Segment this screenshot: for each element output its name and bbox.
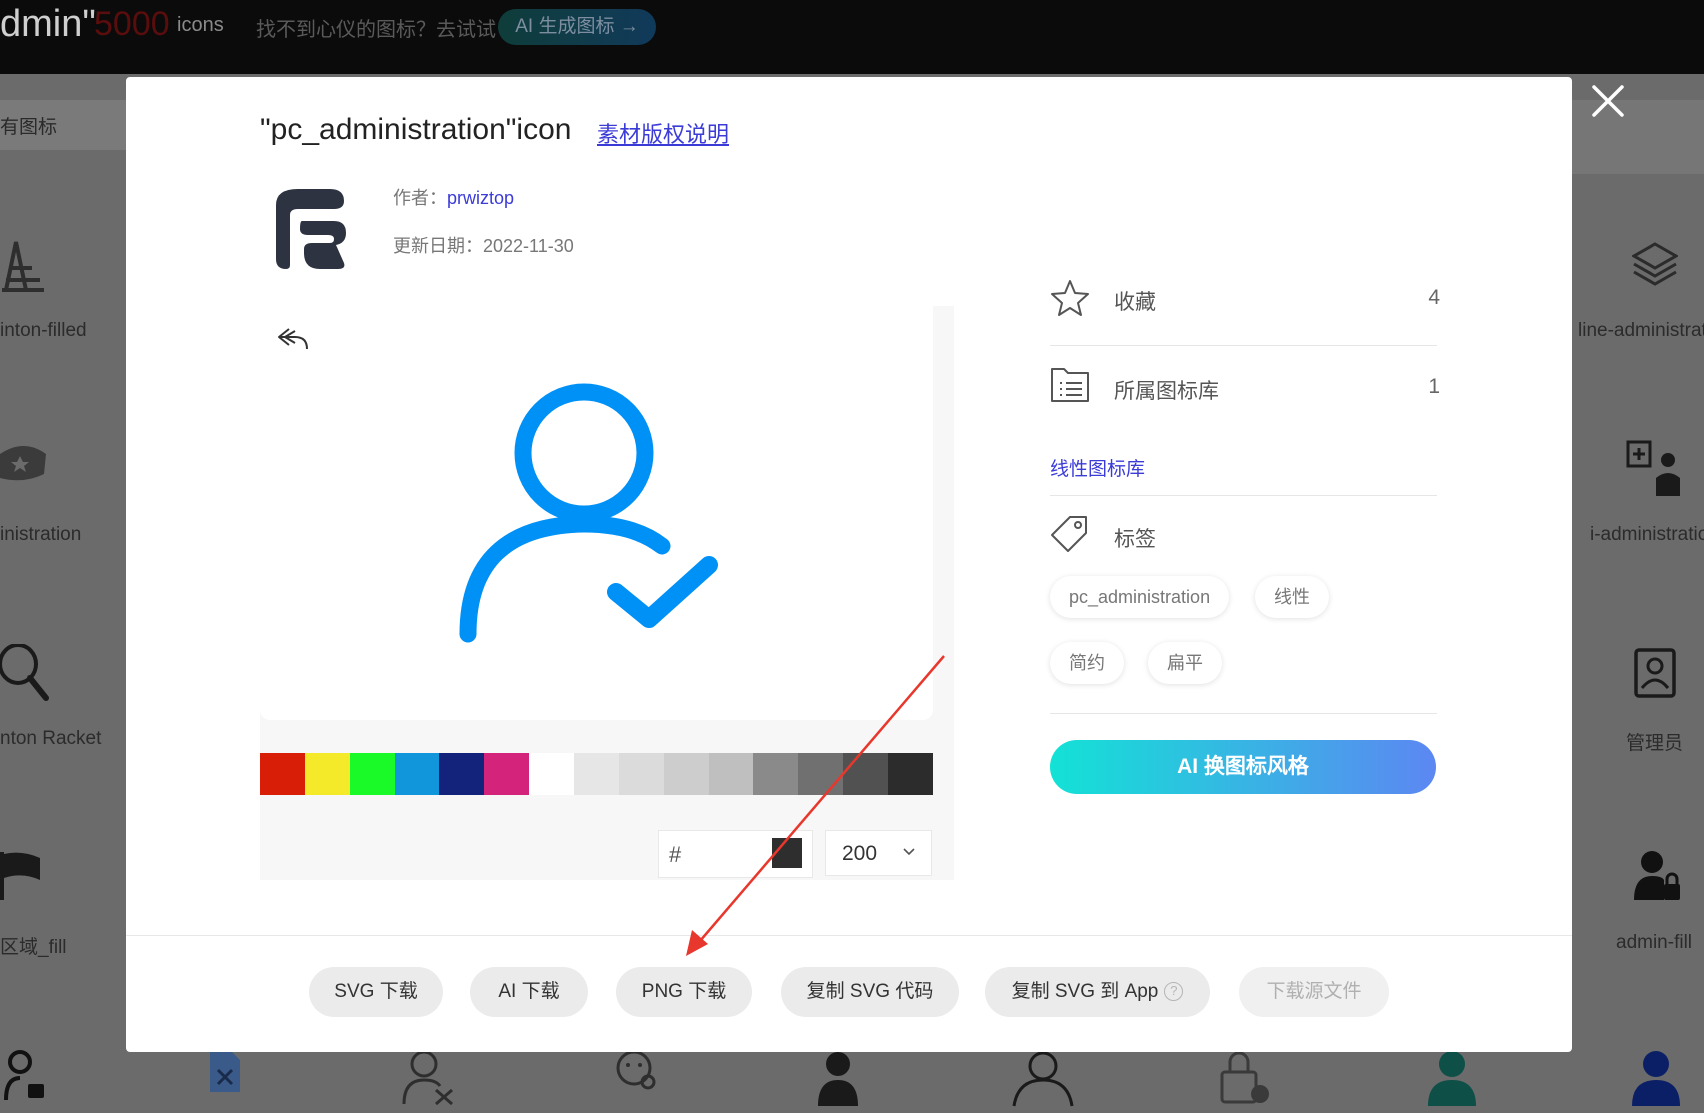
user-tools-icon[interactable] <box>402 1050 454 1106</box>
color-swatch[interactable] <box>304 753 350 795</box>
divider <box>1050 713 1437 714</box>
color-swatch[interactable] <box>574 753 619 795</box>
date-label: 更新日期： <box>393 236 483 256</box>
user-outline-icon[interactable] <box>1012 1050 1074 1108</box>
svg-download-button[interactable]: SVG 下载 <box>309 967 443 1017</box>
ai-generate-button[interactable]: AI 生成图标 → <box>498 9 656 45</box>
police-cap-icon[interactable] <box>0 440 48 490</box>
folder-list-icon <box>1051 368 1089 402</box>
user-navy-icon[interactable] <box>1630 1050 1682 1106</box>
color-swatch[interactable] <box>349 753 395 795</box>
date-value: 2022-11-30 <box>483 236 574 256</box>
filter-label: 有图标 <box>0 117 58 138</box>
color-swatch[interactable] <box>260 753 305 795</box>
tags-label: 标签 <box>1114 528 1156 551</box>
tag-chip[interactable]: 扁平 <box>1148 642 1222 684</box>
filter-dropdown[interactable]: 有图标 <box>0 100 130 150</box>
page-heading: dmin" <box>0 3 96 45</box>
star-icon[interactable] <box>1050 279 1090 317</box>
tag-chip[interactable]: pc_administration <box>1050 576 1230 618</box>
favorite-label: 收藏 <box>1114 291 1156 314</box>
user-lock-icon[interactable] <box>4 1050 48 1102</box>
copyright-link[interactable]: 素材版权说明 <box>597 117 729 149</box>
badminton-racket-icon[interactable] <box>0 644 50 702</box>
copy-svg-code-button[interactable]: 复制 SVG 代码 <box>781 967 959 1017</box>
copy-svg-to-app-label: 复制 SVG 到 App <box>1011 981 1159 1002</box>
undo-icon[interactable] <box>277 325 309 353</box>
author-info: 作者：prwiztop <box>393 184 514 210</box>
tag-chip[interactable]: 简约 <box>1050 642 1124 684</box>
icon-name: line-administrat <box>1578 320 1704 341</box>
medical-admin-icon[interactable] <box>1626 440 1686 498</box>
png-download-button[interactable]: PNG 下载 <box>616 967 752 1017</box>
ai-download-button[interactable]: AI 下载 <box>470 967 588 1017</box>
favorite-count: 4 <box>1428 286 1440 309</box>
icons-label: icons <box>177 14 224 36</box>
color-swatch[interactable] <box>618 753 664 795</box>
flag-icon[interactable] <box>0 850 44 902</box>
color-swatch[interactable] <box>439 753 485 795</box>
divider <box>1050 345 1437 346</box>
author-label: 作者： <box>393 188 447 208</box>
ai-restyle-button[interactable]: AI 换图标风格 <box>1050 740 1436 794</box>
tag-chip[interactable]: 线性 <box>1255 576 1329 618</box>
icon-count: 5000 <box>94 5 170 43</box>
color-swatch[interactable] <box>529 753 575 795</box>
lock-gear-icon[interactable] <box>1220 1050 1272 1106</box>
file-close-icon[interactable] <box>208 1050 242 1094</box>
face-gear-icon[interactable] <box>616 1050 656 1092</box>
search-hint-link[interactable]: 找不到心仪的图标？去试试 <box>256 13 496 42</box>
dialog-title: "pc_administration"icon <box>260 113 572 146</box>
library-link[interactable]: 线性图标库 <box>1050 454 1145 481</box>
icon-name: inistration <box>0 524 82 545</box>
download-source-button: 下载源文件 <box>1239 967 1389 1017</box>
icon-name: admin-fill <box>1616 932 1693 953</box>
color-swatch[interactable] <box>394 753 440 795</box>
annotation-arrow <box>686 655 945 956</box>
copy-svg-to-app-button[interactable]: 复制 SVG 到 App? <box>985 967 1210 1017</box>
close-icon[interactable] <box>1588 81 1628 121</box>
tag-icon <box>1051 516 1087 552</box>
color-swatch[interactable] <box>484 753 530 795</box>
user-check-icon <box>459 383 718 643</box>
admin-fill-icon[interactable] <box>1634 850 1680 902</box>
icon-name: 区域_fill <box>0 937 67 958</box>
library-count: 1 <box>1428 375 1440 398</box>
help-icon[interactable]: ? <box>1164 982 1184 1001</box>
admin-badge-icon[interactable] <box>1630 648 1680 700</box>
library-label: 所属图标库 <box>1114 380 1219 403</box>
author-link[interactable]: prwiztop <box>447 188 514 208</box>
top-header: dmin" 5000 icons 找不到心仪的图标？去试试 AI 生成图标 → <box>0 0 1704 74</box>
author-avatar[interactable] <box>268 185 348 271</box>
icon-name: inton-filled <box>0 320 87 341</box>
shuttlecock-icon[interactable] <box>0 238 48 292</box>
user-teal-icon[interactable] <box>1426 1050 1478 1106</box>
icon-name: 管理员 <box>1626 733 1684 754</box>
person-silhouette-icon[interactable] <box>816 1050 860 1106</box>
divider <box>1050 495 1437 496</box>
icon-name: i-administratio <box>1590 524 1704 545</box>
icon-name: nton Racket <box>0 728 102 749</box>
update-date: 更新日期：2022-11-30 <box>393 232 574 258</box>
layers-icon[interactable] <box>1632 240 1678 288</box>
